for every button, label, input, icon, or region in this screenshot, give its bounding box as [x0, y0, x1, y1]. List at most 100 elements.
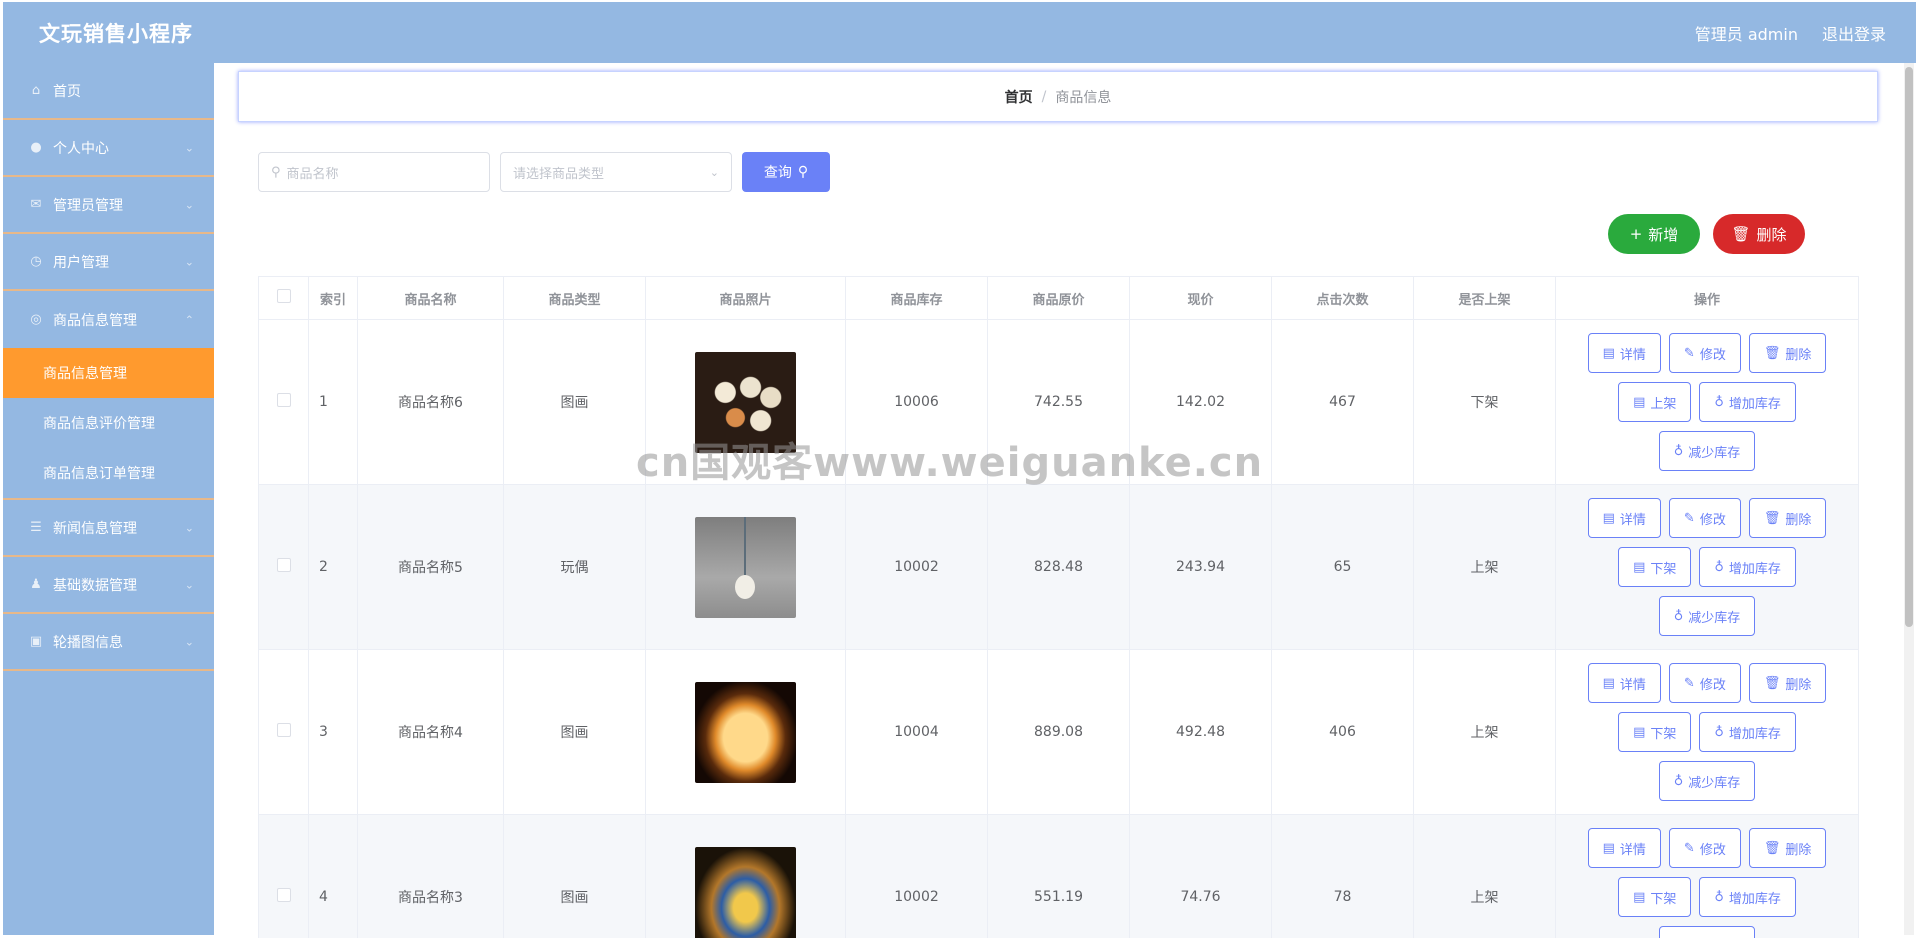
- sidebar-subitem-product-order[interactable]: 商品信息订单管理: [3, 448, 214, 498]
- sidebar-subitem-label: 商品信息管理: [43, 366, 127, 382]
- select-all-cell: [258, 276, 309, 320]
- sidebar-item-home[interactable]: ⌂ 首页: [3, 63, 214, 120]
- page-scrollbar[interactable]: [1904, 63, 1914, 935]
- batch-delete-button[interactable]: 🗑 删除: [1713, 214, 1805, 254]
- column-header: 是否上架: [1413, 276, 1556, 320]
- scrollbar-thumb[interactable]: [1905, 67, 1913, 627]
- admin-user-label[interactable]: 管理员 admin: [1695, 21, 1798, 45]
- edit-button[interactable]: ✎ 修改: [1668, 663, 1741, 703]
- target-icon: ◎: [30, 312, 42, 327]
- product-photo[interactable]: [695, 681, 796, 783]
- bulb-icon: ♁: [1714, 559, 1724, 575]
- row-checkbox[interactable]: [276, 723, 291, 737]
- price-cell: 551.19: [987, 814, 1130, 938]
- sidebar-subitem-product-info[interactable]: 商品信息管理: [3, 348, 214, 398]
- name-cell: 商品名称4: [357, 649, 504, 815]
- sidebar-item-product-management[interactable]: ◎ 商品信息管理 ⌃: [3, 291, 214, 348]
- column-header: 商品类型: [503, 276, 646, 320]
- add-stock-button[interactable]: ♁ 增加库存: [1699, 547, 1796, 587]
- add-button[interactable]: + 新增: [1608, 214, 1700, 254]
- table-row: 1 商品名称6 图画 10006 742.55 142.02 467 下架 ▤ 详…: [258, 319, 1859, 485]
- sidebar-item-admin-management[interactable]: ✉ 管理员管理 ⌄: [3, 177, 214, 234]
- detail-button[interactable]: ▤ 详情: [1587, 333, 1661, 373]
- chevron-down-icon: ⌄: [184, 635, 194, 648]
- product-photo[interactable]: [695, 351, 796, 453]
- index-cell: 4: [308, 814, 358, 938]
- toggle-listing-label: 上架: [1650, 396, 1677, 412]
- breadcrumb-separator: /: [1041, 88, 1047, 105]
- breadcrumb-home[interactable]: 首页: [1005, 87, 1033, 107]
- table-row: 2 商品名称5 玩偶 10002 828.48 243.94 65 上架 ▤ 详情…: [258, 484, 1859, 650]
- reduce-stock-button[interactable]: ♁减少库存: [1658, 926, 1756, 938]
- add-stock-button[interactable]: ♁ 增加库存: [1699, 382, 1796, 422]
- column-header: 现价: [1129, 276, 1272, 320]
- bulb-icon: ♁: [1714, 724, 1724, 740]
- document-icon: ▤: [1633, 889, 1646, 905]
- edit-button[interactable]: ✎ 修改: [1668, 828, 1741, 868]
- delete-button[interactable]: 🗑 删除: [1748, 498, 1827, 538]
- trash-icon: 🗑: [1763, 510, 1781, 526]
- type-cell: 图画: [503, 649, 646, 815]
- bulb-icon: ♁: [1673, 443, 1684, 459]
- clicks-cell: 406: [1271, 649, 1414, 815]
- row-checkbox[interactable]: [276, 888, 291, 902]
- add-stock-label: 增加库存: [1728, 726, 1781, 742]
- add-stock-button[interactable]: ♁ 增加库存: [1699, 877, 1796, 917]
- row-checkbox[interactable]: [276, 558, 291, 572]
- product-photo[interactable]: [695, 846, 796, 938]
- reduce-stock-button[interactable]: ♁减少库存: [1658, 596, 1756, 636]
- document-icon: ▤: [1633, 394, 1646, 410]
- sidebar-item-personal-center[interactable]: ● 个人中心 ⌄: [3, 120, 214, 177]
- sidebar-item-user-management[interactable]: ◷ 用户管理 ⌄: [3, 234, 214, 291]
- sidebar: ⌂ 首页 ● 个人中心 ⌄ ✉ 管理员管理 ⌄ ◷ 用户管理 ⌄ ◎ 商品信息管…: [3, 63, 214, 935]
- pencil-icon: ✎: [1683, 675, 1695, 691]
- reduce-stock-label: 减少库存: [1688, 775, 1741, 791]
- sidebar-item-label: 基础数据管理: [53, 577, 137, 594]
- delete-label: 删除: [1785, 677, 1812, 693]
- document-icon: ▤: [1633, 559, 1646, 575]
- delete-button[interactable]: 🗑 删除: [1748, 333, 1827, 373]
- select-all-checkbox[interactable]: [276, 289, 291, 303]
- mail-icon: ✉: [30, 197, 42, 212]
- clicks-cell: 78: [1271, 814, 1414, 938]
- toggle-listing-button[interactable]: ▤ 上架: [1618, 382, 1692, 422]
- detail-button[interactable]: ▤ 详情: [1587, 498, 1661, 538]
- delete-label: 删除: [1785, 512, 1812, 528]
- query-button[interactable]: 查询 ⚲: [742, 152, 830, 192]
- add-stock-button[interactable]: ♁ 增加库存: [1699, 712, 1796, 752]
- detail-button[interactable]: ▤ 详情: [1587, 663, 1661, 703]
- sidebar-subitem-label: 商品信息评价管理: [43, 416, 155, 432]
- listing-status-cell: 上架: [1413, 649, 1556, 815]
- table-row: 4 商品名称3 图画 10002 551.19 74.76 78 上架 ▤ 详情 …: [258, 814, 1859, 938]
- row-checkbox[interactable]: [276, 393, 291, 407]
- home-icon: ⌂: [31, 83, 41, 98]
- sidebar-item-label: 商品信息管理: [53, 312, 137, 329]
- detail-label: 详情: [1619, 512, 1646, 528]
- type-cell: 玩偶: [503, 484, 646, 650]
- product-name-input[interactable]: ⚲ 商品名称: [258, 152, 490, 192]
- price-cell: 889.08: [987, 649, 1130, 815]
- index-cell: 2: [308, 484, 358, 650]
- column-header: 商品照片: [645, 276, 846, 320]
- column-header: 点击次数: [1271, 276, 1414, 320]
- reduce-stock-button[interactable]: ♁减少库存: [1658, 761, 1756, 801]
- delete-button[interactable]: 🗑 删除: [1748, 828, 1827, 868]
- toggle-listing-button[interactable]: ▤ 下架: [1618, 547, 1692, 587]
- detail-button[interactable]: ▤ 详情: [1587, 828, 1661, 868]
- edit-button[interactable]: ✎ 修改: [1668, 333, 1741, 373]
- sidebar-item-base-data[interactable]: ♟ 基础数据管理 ⌄: [3, 557, 214, 614]
- column-header: 商品原价: [987, 276, 1130, 320]
- sidebar-subitem-product-review[interactable]: 商品信息评价管理: [3, 398, 214, 448]
- sidebar-item-carousel[interactable]: ▣ 轮播图信息 ⌄: [3, 614, 214, 671]
- toggle-listing-button[interactable]: ▤ 下架: [1618, 712, 1692, 752]
- logout-link[interactable]: 退出登录: [1822, 21, 1886, 45]
- reduce-stock-button[interactable]: ♁减少库存: [1658, 431, 1756, 471]
- product-photo[interactable]: [695, 516, 796, 618]
- product-type-select[interactable]: 请选择商品类型 ⌄: [500, 152, 732, 192]
- edit-button[interactable]: ✎ 修改: [1668, 498, 1741, 538]
- toggle-listing-button[interactable]: ▤ 下架: [1618, 877, 1692, 917]
- pencil-icon: ✎: [1683, 510, 1695, 526]
- sidebar-item-news-management[interactable]: ☰ 新闻信息管理 ⌄: [3, 500, 214, 557]
- user-icon: ●: [30, 140, 42, 155]
- delete-button[interactable]: 🗑 删除: [1748, 663, 1827, 703]
